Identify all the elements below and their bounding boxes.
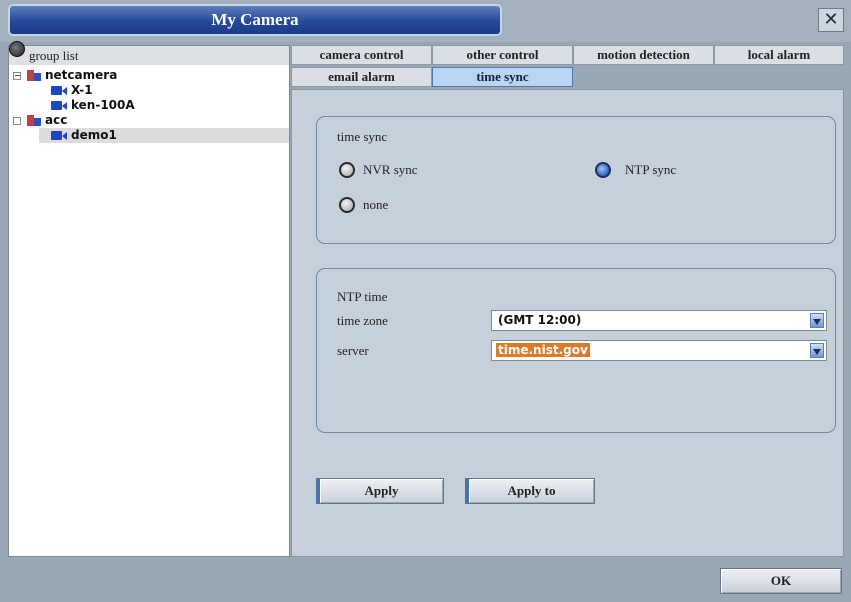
tree-item-label: X-1 xyxy=(71,83,93,97)
group-list-title: group list xyxy=(29,48,79,63)
title-bar: My Camera ✕ xyxy=(0,0,851,42)
nvr-sync-label[interactable]: NVR sync xyxy=(363,162,418,178)
apply-button[interactable]: Apply xyxy=(316,478,444,504)
server-value: time.nist.gov xyxy=(496,343,590,357)
expand-icon[interactable] xyxy=(13,117,21,125)
window-title: My Camera xyxy=(8,4,502,36)
time-sync-group: time sync NVR sync NTP sync none xyxy=(316,116,836,244)
tab-email-alarm[interactable]: email alarm xyxy=(291,67,432,87)
server-select[interactable]: time.nist.gov xyxy=(491,340,827,361)
tab-camera-control[interactable]: camera control xyxy=(291,45,432,65)
dropdown-arrow-icon[interactable] xyxy=(810,313,824,328)
tab-motion-detection[interactable]: motion detection xyxy=(573,45,714,65)
camera-group-icon xyxy=(27,70,41,81)
server-label: server xyxy=(337,343,369,358)
none-radio[interactable] xyxy=(339,197,355,213)
bottom-bar: OK xyxy=(0,560,851,602)
time-zone-label: time zone xyxy=(337,313,388,328)
group-list-panel: group list − netcamera X-1 ken-100A acc … xyxy=(8,41,290,557)
tab-local-alarm[interactable]: local alarm xyxy=(714,45,844,65)
tree-item-acc[interactable]: acc xyxy=(11,113,281,128)
ntp-sync-radio[interactable] xyxy=(595,162,611,178)
tree-item-netcamera[interactable]: − netcamera xyxy=(11,68,281,83)
camera-icon xyxy=(51,131,67,140)
group-list-knob-icon xyxy=(9,41,25,57)
time-zone-value: (GMT 12:00) xyxy=(498,313,582,327)
camera-icon xyxy=(51,101,67,110)
tree-item-label: demo1 xyxy=(71,128,117,142)
tab-time-sync[interactable]: time sync xyxy=(432,67,573,87)
tree-item-ken-100a[interactable]: ken-100A xyxy=(51,98,135,113)
collapse-icon[interactable]: − xyxy=(13,72,21,80)
ntp-sync-label[interactable]: NTP sync xyxy=(625,162,676,178)
camera-group-icon xyxy=(27,115,41,126)
ntp-time-title: NTP time xyxy=(337,289,388,304)
close-button[interactable]: ✕ xyxy=(818,8,844,32)
tree-item-x1[interactable]: X-1 xyxy=(51,83,93,98)
tree-item-label: netcamera xyxy=(45,68,118,82)
tree-item-label: ken-100A xyxy=(71,98,135,112)
tree-item-demo1[interactable]: demo1 xyxy=(39,128,289,143)
tab-other-control[interactable]: other control xyxy=(432,45,573,65)
apply-to-button[interactable]: Apply to xyxy=(465,478,595,504)
tree-item-label: acc xyxy=(45,113,68,127)
ok-button[interactable]: OK xyxy=(720,568,842,594)
close-icon: ✕ xyxy=(823,9,839,30)
group-list-header: group list xyxy=(9,41,289,65)
ntp-time-group: NTP time time zone (GMT 12:00) server ti… xyxy=(316,268,836,433)
nvr-sync-radio[interactable] xyxy=(339,162,355,178)
time-zone-select[interactable]: (GMT 12:00) xyxy=(491,310,827,331)
none-label[interactable]: none xyxy=(363,197,388,213)
dropdown-arrow-icon[interactable] xyxy=(810,343,824,358)
time-sync-panel: time sync NVR sync NTP sync none NTP tim… xyxy=(291,89,844,557)
camera-icon xyxy=(51,86,67,95)
time-sync-title: time sync xyxy=(337,129,388,144)
